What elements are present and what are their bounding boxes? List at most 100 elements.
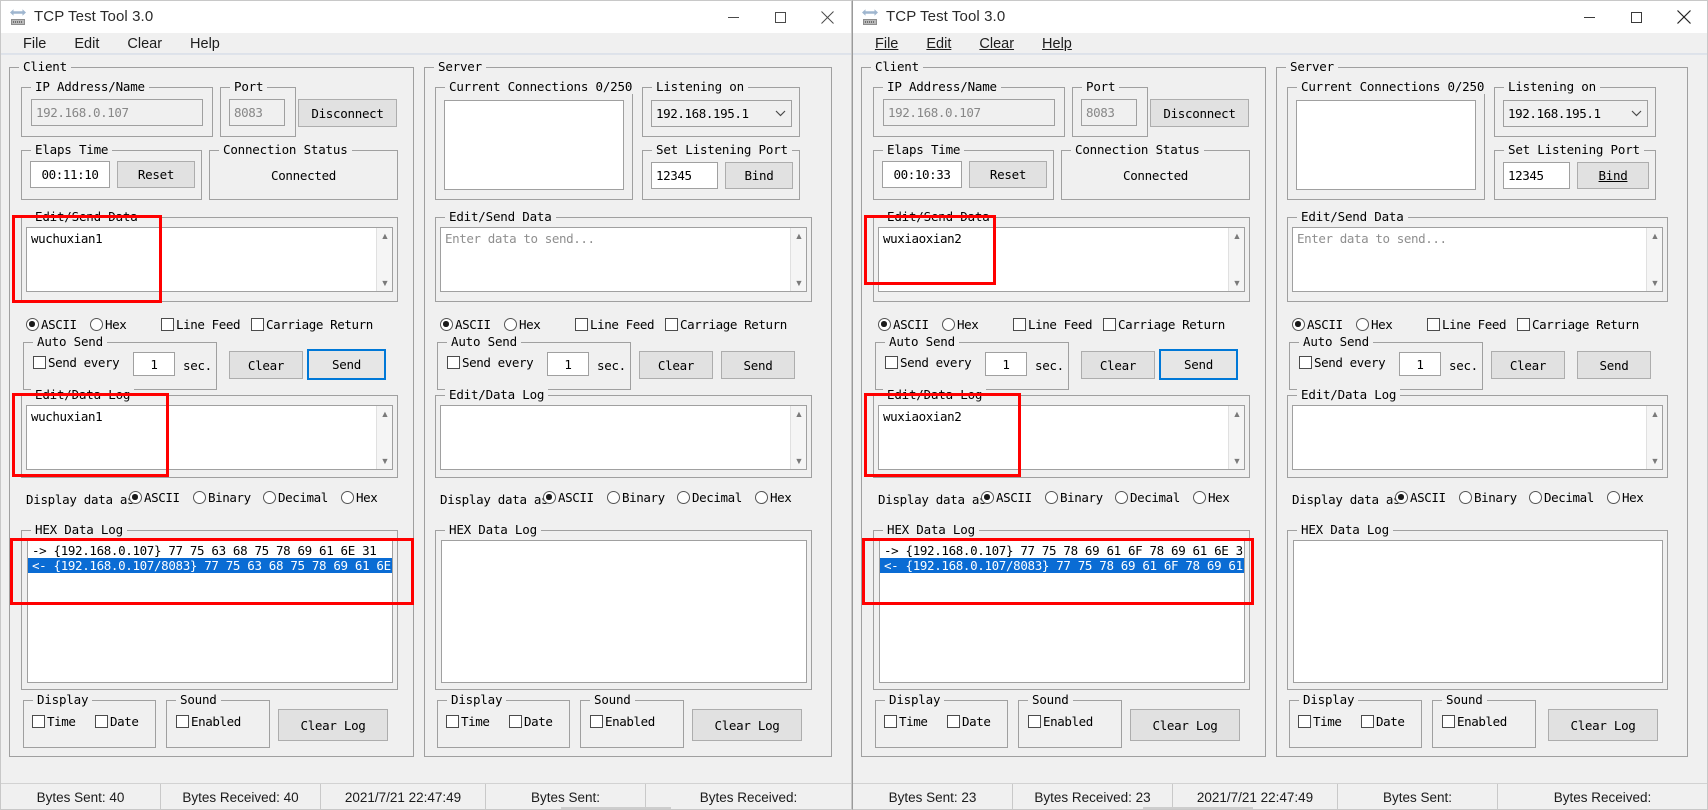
carriage-return-checkbox[interactable]: Carriage Return bbox=[1103, 317, 1225, 332]
ip-address-input[interactable]: 192.168.0.107 bbox=[31, 99, 203, 126]
menu-file[interactable]: File bbox=[9, 34, 60, 54]
server-clear-log-button[interactable]: Clear Log bbox=[1548, 709, 1658, 741]
display-binary-radio[interactable]: Binary bbox=[193, 490, 251, 505]
menu-help[interactable]: Help bbox=[1028, 34, 1086, 54]
chevron-down-icon[interactable]: ▼ bbox=[1647, 275, 1662, 291]
send-button[interactable]: Send bbox=[1159, 349, 1238, 380]
port-input[interactable]: 8083 bbox=[1081, 99, 1137, 126]
server-send-format-ascii-radio[interactable]: ASCII bbox=[1292, 317, 1343, 332]
server-display-decimal-radio[interactable]: Decimal bbox=[1529, 490, 1594, 505]
port-input[interactable]: 8083 bbox=[229, 99, 285, 126]
server-send-format-ascii-radio[interactable]: ASCII bbox=[440, 317, 491, 332]
hex-data-log-list[interactable]: -> {192.168.0.107} 77 75 63 68 75 78 69 … bbox=[27, 540, 393, 683]
send-every-checkbox[interactable]: Send every bbox=[885, 355, 972, 370]
titlebar-right[interactable]: TCP Test Tool 3.0 bbox=[853, 1, 1707, 33]
send-every-checkbox[interactable]: Send every bbox=[33, 355, 120, 370]
chevron-down-icon[interactable]: ▼ bbox=[1229, 453, 1244, 469]
chevron-up-icon[interactable]: ▲ bbox=[791, 228, 806, 244]
server-carriage-return-checkbox[interactable]: Carriage Return bbox=[1517, 317, 1639, 332]
disconnect-button[interactable]: Disconnect bbox=[298, 99, 397, 127]
server-clear-send-button[interactable]: Clear bbox=[639, 351, 713, 379]
server-display-hex-radio[interactable]: Hex bbox=[755, 490, 792, 505]
clear-send-button[interactable]: Clear bbox=[1081, 351, 1155, 379]
maximize-icon[interactable] bbox=[757, 1, 804, 33]
server-display-time-checkbox[interactable]: Time bbox=[1298, 714, 1342, 729]
data-log-textarea[interactable]: wuchuxian1 ▲ ▼ bbox=[26, 405, 393, 470]
server-sound-enabled-checkbox[interactable]: Enabled bbox=[590, 714, 655, 729]
chevron-down-icon[interactable]: ▼ bbox=[1647, 453, 1662, 469]
server-send-data-textarea[interactable]: Enter data to send... ▲ ▼ bbox=[440, 227, 807, 292]
hex-log-row[interactable]: -> {192.168.0.107} 77 75 63 68 75 78 69 … bbox=[28, 543, 392, 558]
server-display-binary-radio[interactable]: Binary bbox=[607, 490, 665, 505]
display-hex-radio[interactable]: Hex bbox=[1193, 490, 1230, 505]
data-log-textarea[interactable]: wuxiaoxian2 ▲ ▼ bbox=[878, 405, 1245, 470]
display-date-checkbox[interactable]: Date bbox=[95, 714, 139, 729]
send-button[interactable]: Send bbox=[307, 349, 386, 380]
chevron-down-icon[interactable]: ▼ bbox=[377, 453, 392, 469]
server-send-data-textarea[interactable]: Enter data to send... ▲ ▼ bbox=[1292, 227, 1663, 292]
server-auto-send-interval-input[interactable]: 1 bbox=[547, 352, 589, 376]
chevron-up-icon[interactable]: ▲ bbox=[377, 228, 392, 244]
send-format-ascii-radio[interactable]: ASCII bbox=[26, 317, 77, 332]
hex-log-row[interactable]: <- {192.168.0.107/8083} 77 75 63 68 75 7… bbox=[28, 558, 392, 573]
send-data-scrollbar[interactable]: ▲ ▼ bbox=[1228, 228, 1244, 291]
server-send-format-hex-radio[interactable]: Hex bbox=[504, 317, 541, 332]
server-data-log-textarea[interactable]: ▲ ▼ bbox=[1292, 405, 1663, 470]
sound-enabled-checkbox[interactable]: Enabled bbox=[1028, 714, 1093, 729]
display-ascii-radio[interactable]: ASCII bbox=[129, 490, 180, 505]
clear-log-button[interactable]: Clear Log bbox=[278, 709, 388, 741]
display-hex-radio[interactable]: Hex bbox=[341, 490, 378, 505]
disconnect-button[interactable]: Disconnect bbox=[1150, 99, 1249, 127]
send-format-hex-radio[interactable]: Hex bbox=[90, 317, 127, 332]
menu-clear[interactable]: Clear bbox=[965, 34, 1028, 54]
server-send-button[interactable]: Send bbox=[721, 351, 795, 379]
server-carriage-return-checkbox[interactable]: Carriage Return bbox=[665, 317, 787, 332]
hex-data-log-list[interactable]: -> {192.168.0.107} 77 75 78 69 61 6F 78 … bbox=[879, 540, 1245, 683]
server-display-decimal-radio[interactable]: Decimal bbox=[677, 490, 742, 505]
display-binary-radio[interactable]: Binary bbox=[1045, 490, 1103, 505]
display-time-checkbox[interactable]: Time bbox=[884, 714, 928, 729]
server-data-log-textarea[interactable]: ▲ ▼ bbox=[440, 405, 807, 470]
sound-enabled-checkbox[interactable]: Enabled bbox=[176, 714, 241, 729]
server-display-binary-radio[interactable]: Binary bbox=[1459, 490, 1517, 505]
chevron-down-icon[interactable]: ▼ bbox=[791, 275, 806, 291]
send-format-hex-radio[interactable]: Hex bbox=[942, 317, 979, 332]
chevron-up-icon[interactable]: ▲ bbox=[377, 406, 392, 422]
bind-button[interactable]: Bind bbox=[725, 162, 793, 189]
server-hex-data-log-list[interactable] bbox=[1293, 540, 1663, 683]
set-listening-port-input[interactable]: 12345 bbox=[1503, 162, 1570, 189]
menu-clear[interactable]: Clear bbox=[113, 34, 176, 54]
server-clear-send-button[interactable]: Clear bbox=[1491, 351, 1565, 379]
menu-help[interactable]: Help bbox=[176, 34, 234, 54]
hex-log-row[interactable]: -> {192.168.0.107} 77 75 78 69 61 6F 78 … bbox=[880, 543, 1244, 558]
server-send-format-hex-radio[interactable]: Hex bbox=[1356, 317, 1393, 332]
display-decimal-radio[interactable]: Decimal bbox=[263, 490, 328, 505]
close-icon[interactable] bbox=[1660, 1, 1707, 33]
server-send-every-checkbox[interactable]: Send every bbox=[447, 355, 534, 370]
server-send-every-checkbox[interactable]: Send every bbox=[1299, 355, 1386, 370]
listening-on-combo[interactable]: 192.168.195.1 bbox=[651, 100, 792, 127]
server-display-date-checkbox[interactable]: Date bbox=[1361, 714, 1405, 729]
server-hex-data-log-list[interactable] bbox=[441, 540, 807, 683]
data-log-scrollbar[interactable]: ▲ ▼ bbox=[1228, 406, 1244, 469]
server-line-feed-checkbox[interactable]: Line Feed bbox=[575, 317, 655, 332]
chevron-down-icon[interactable] bbox=[770, 102, 790, 125]
chevron-down-icon[interactable]: ▼ bbox=[1229, 275, 1244, 291]
server-display-date-checkbox[interactable]: Date bbox=[509, 714, 553, 729]
line-feed-checkbox[interactable]: Line Feed bbox=[161, 317, 241, 332]
server-send-data-scrollbar[interactable]: ▲ ▼ bbox=[1646, 228, 1662, 291]
connections-list[interactable] bbox=[444, 100, 624, 190]
chevron-up-icon[interactable]: ▲ bbox=[1229, 228, 1244, 244]
server-send-button[interactable]: Send bbox=[1577, 351, 1651, 379]
clear-send-button[interactable]: Clear bbox=[229, 351, 303, 379]
server-display-hex-radio[interactable]: Hex bbox=[1607, 490, 1644, 505]
menu-edit[interactable]: Edit bbox=[912, 34, 965, 54]
reset-button[interactable]: Reset bbox=[969, 161, 1047, 188]
chevron-up-icon[interactable]: ▲ bbox=[1647, 228, 1662, 244]
minimize-icon[interactable] bbox=[710, 1, 757, 33]
chevron-down-icon[interactable]: ▼ bbox=[377, 275, 392, 291]
display-time-checkbox[interactable]: Time bbox=[32, 714, 76, 729]
reset-button[interactable]: Reset bbox=[117, 161, 195, 188]
chevron-down-icon[interactable]: ▼ bbox=[791, 453, 806, 469]
server-line-feed-checkbox[interactable]: Line Feed bbox=[1427, 317, 1507, 332]
